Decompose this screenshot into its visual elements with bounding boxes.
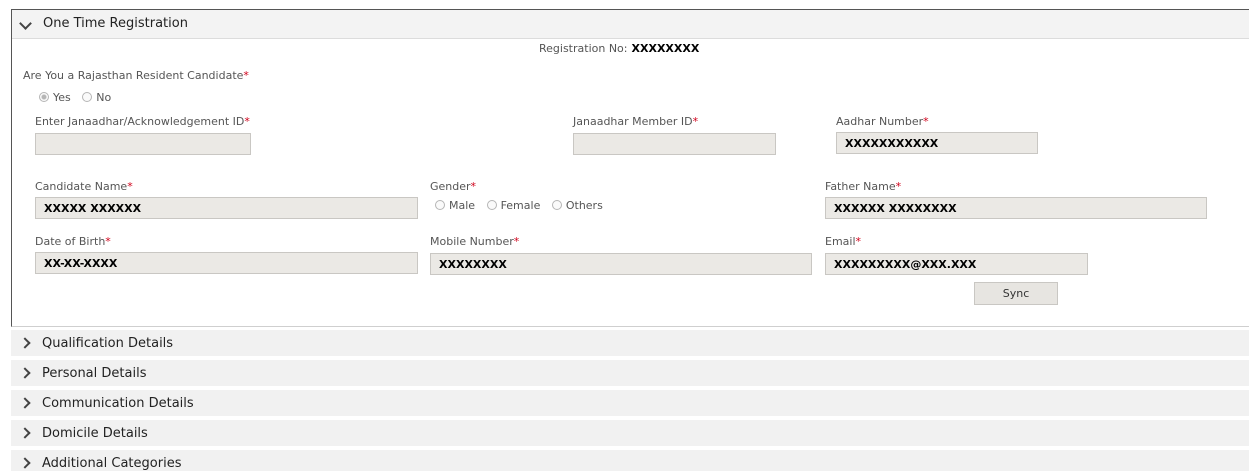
top-border <box>0 0 1249 10</box>
gender-male-option[interactable]: Male <box>435 199 475 212</box>
gender-others-option[interactable]: Others <box>551 199 603 212</box>
radio-icon[interactable] <box>551 200 562 210</box>
date-of-birth-label: Date of Birth* <box>35 235 111 248</box>
section-personal-details[interactable]: Personal Details <box>11 360 1249 388</box>
registration-label: Registration No: <box>539 42 628 55</box>
radio-icon[interactable] <box>82 92 93 102</box>
resident-no-option[interactable]: No <box>82 91 111 104</box>
radio-icon[interactable] <box>486 200 497 210</box>
janaadhar-id-label: Enter Janaadhar/Acknowledgement ID* <box>35 115 250 128</box>
gender-female-option[interactable]: Female <box>486 199 540 212</box>
candidate-name-label: Candidate Name* <box>35 180 133 193</box>
chevron-right-icon <box>19 337 31 349</box>
one-time-registration-header[interactable]: One Time Registration <box>12 10 1249 39</box>
panel-title: One Time Registration <box>43 16 188 31</box>
section-title: Communication Details <box>42 396 194 411</box>
mobile-number-label: Mobile Number* <box>430 235 520 248</box>
father-name-input[interactable]: XXXXXX XXXXXXXX <box>825 197 1207 219</box>
section-title: Domicile Details <box>42 426 148 441</box>
registration-number: Registration No: XXXXXXXX <box>539 42 699 55</box>
section-title: Qualification Details <box>42 336 174 351</box>
radio-checked-icon[interactable] <box>39 92 49 102</box>
section-title: Personal Details <box>42 366 147 381</box>
section-domicile-details[interactable]: Domicile Details <box>11 420 1249 448</box>
section-title: Additional Categories <box>42 456 182 471</box>
sync-button[interactable]: Sync <box>974 282 1058 305</box>
date-of-birth-input[interactable]: XX-XX-XXXX <box>35 252 418 274</box>
candidate-name-input[interactable]: XXXXX XXXXXX <box>35 197 418 219</box>
resident-yes-option[interactable]: Yes <box>39 91 71 104</box>
chevron-right-icon <box>19 427 31 439</box>
chevron-right-icon <box>19 457 31 469</box>
aadhar-number-label: Aadhar Number* <box>836 115 929 128</box>
chevron-right-icon <box>19 397 31 409</box>
father-name-label: Father Name* <box>825 180 902 193</box>
resident-radio-group: Yes No <box>39 91 119 104</box>
gender-label: Gender* <box>430 180 477 193</box>
resident-question-label: Are You a Rajasthan Resident Candidate* <box>23 69 249 82</box>
chevron-down-icon <box>19 17 32 30</box>
section-qualification-details[interactable]: Qualification Details <box>11 330 1249 358</box>
janaadhar-member-id-label: Janaadhar Member ID* <box>573 115 699 128</box>
chevron-right-icon <box>19 367 31 379</box>
gender-radio-group: Male Female Others <box>435 199 611 212</box>
aadhar-number-input[interactable]: XXXXXXXXXXX <box>836 132 1038 154</box>
radio-icon[interactable] <box>435 200 445 210</box>
section-additional-categories[interactable]: Additional Categories <box>11 450 1249 473</box>
email-input[interactable]: XXXXXXXXX@XXX.XXX <box>825 253 1088 275</box>
email-label: Email* <box>825 235 862 248</box>
janaadhar-id-input[interactable] <box>35 133 251 155</box>
janaadhar-member-id-input[interactable] <box>573 133 776 155</box>
mobile-number-input[interactable]: XXXXXXXX <box>430 253 812 275</box>
required-mark: * <box>243 69 249 82</box>
registration-value: XXXXXXXX <box>631 42 700 55</box>
one-time-registration-panel: One Time Registration <box>11 10 1249 327</box>
section-communication-details[interactable]: Communication Details <box>11 390 1249 418</box>
